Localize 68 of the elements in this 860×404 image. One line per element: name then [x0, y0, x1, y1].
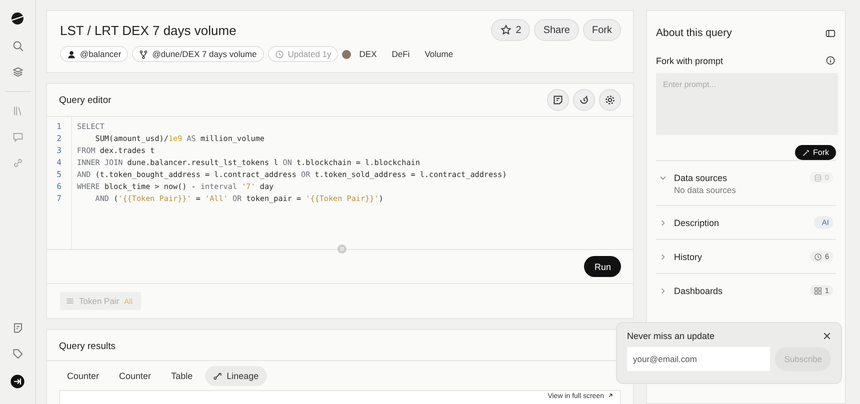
line-number: 1: [56, 121, 62, 133]
chevron-right-icon[interactable]: [659, 286, 667, 294]
action-button[interactable]: Share: [534, 19, 579, 41]
history-button[interactable]: [573, 89, 595, 111]
external-link-icon: [607, 392, 614, 399]
resize-handle-icon[interactable]: [337, 244, 347, 254]
query-title: LST / LRT DEX 7 days volume: [60, 22, 236, 38]
line-number: 5: [56, 169, 62, 181]
line-number: 3: [56, 145, 62, 157]
chevron-right-icon[interactable]: [659, 252, 667, 260]
fork-icon: [139, 50, 148, 58]
run-button[interactable]: Run: [584, 256, 621, 277]
email-field[interactable]: your@email.com: [627, 347, 770, 371]
chevron-right-icon[interactable]: [659, 218, 667, 226]
grid-icon: [814, 286, 822, 294]
section-title: Query results: [59, 341, 116, 352]
visualization-tab[interactable]: Lineage: [204, 366, 267, 386]
clock-icon: [274, 50, 284, 58]
search-icon[interactable]: [10, 39, 24, 53]
section-title: Query editor: [59, 94, 112, 106]
prompt-field[interactable]: Enter prompt...: [656, 73, 838, 135]
visualization-tab[interactable]: Counter: [59, 366, 108, 386]
panel-title: About this query: [656, 27, 732, 39]
section-header[interactable]: History: [674, 252, 803, 262]
logo-icon[interactable]: [9, 10, 26, 27]
history-icon: [578, 94, 590, 106]
tag-icon[interactable]: [10, 347, 24, 361]
line-number: 6: [56, 181, 62, 193]
tag-link[interactable]: DEX: [355, 49, 384, 59]
line-number: 7: [56, 193, 62, 205]
menu-icon: [66, 297, 74, 305]
clock-icon: [814, 252, 822, 260]
fork-button[interactable]: Fork: [795, 145, 836, 160]
owner-chip[interactable]: @balancer: [60, 46, 128, 62]
line-number: 4: [56, 157, 62, 169]
star-icon: [500, 24, 512, 36]
settings-button[interactable]: [599, 89, 621, 111]
visualization-tab[interactable]: Table: [163, 366, 201, 386]
lineage-icon: [212, 371, 223, 381]
forked-from-chip[interactable]: @dune/DEX 7 days volume: [132, 46, 264, 62]
info-icon[interactable]: [825, 55, 836, 66]
user-icon: [67, 50, 76, 58]
tag-link[interactable]: Volume: [420, 49, 460, 59]
chat-icon[interactable]: [10, 130, 24, 144]
popup-title: Never miss an update: [627, 331, 715, 341]
visualization-tab[interactable]: Counter: [111, 366, 160, 386]
layers-icon[interactable]: [10, 65, 24, 79]
settings-icon: [604, 94, 616, 106]
section-header[interactable]: Dashboards: [674, 286, 803, 296]
note-icon: [552, 94, 564, 106]
empty-state-text: No data sources: [673, 185, 737, 197]
magic-wand-icon: [802, 148, 810, 156]
sidebar-toggle-icon[interactable]: [825, 28, 836, 38]
star-button[interactable]: 2: [490, 19, 530, 41]
avatar: [342, 50, 352, 58]
chevron-down-icon[interactable]: [659, 174, 667, 182]
updated-chip: Updated 1y: [268, 46, 338, 62]
section-header[interactable]: Description: [674, 218, 807, 228]
database-icon: [814, 174, 822, 182]
line-number: 2: [56, 133, 62, 145]
section-header[interactable]: Data sources: [674, 172, 803, 182]
tag-link[interactable]: DeFi: [388, 49, 417, 59]
parameter-name: Token Pair: [79, 296, 120, 306]
close-icon[interactable]: [823, 332, 831, 340]
notes-button[interactable]: [547, 89, 569, 111]
action-button[interactable]: Fork: [583, 19, 621, 41]
fork-prompt-label: Fork with prompt: [656, 56, 724, 66]
sign-in-icon[interactable]: [9, 373, 26, 390]
